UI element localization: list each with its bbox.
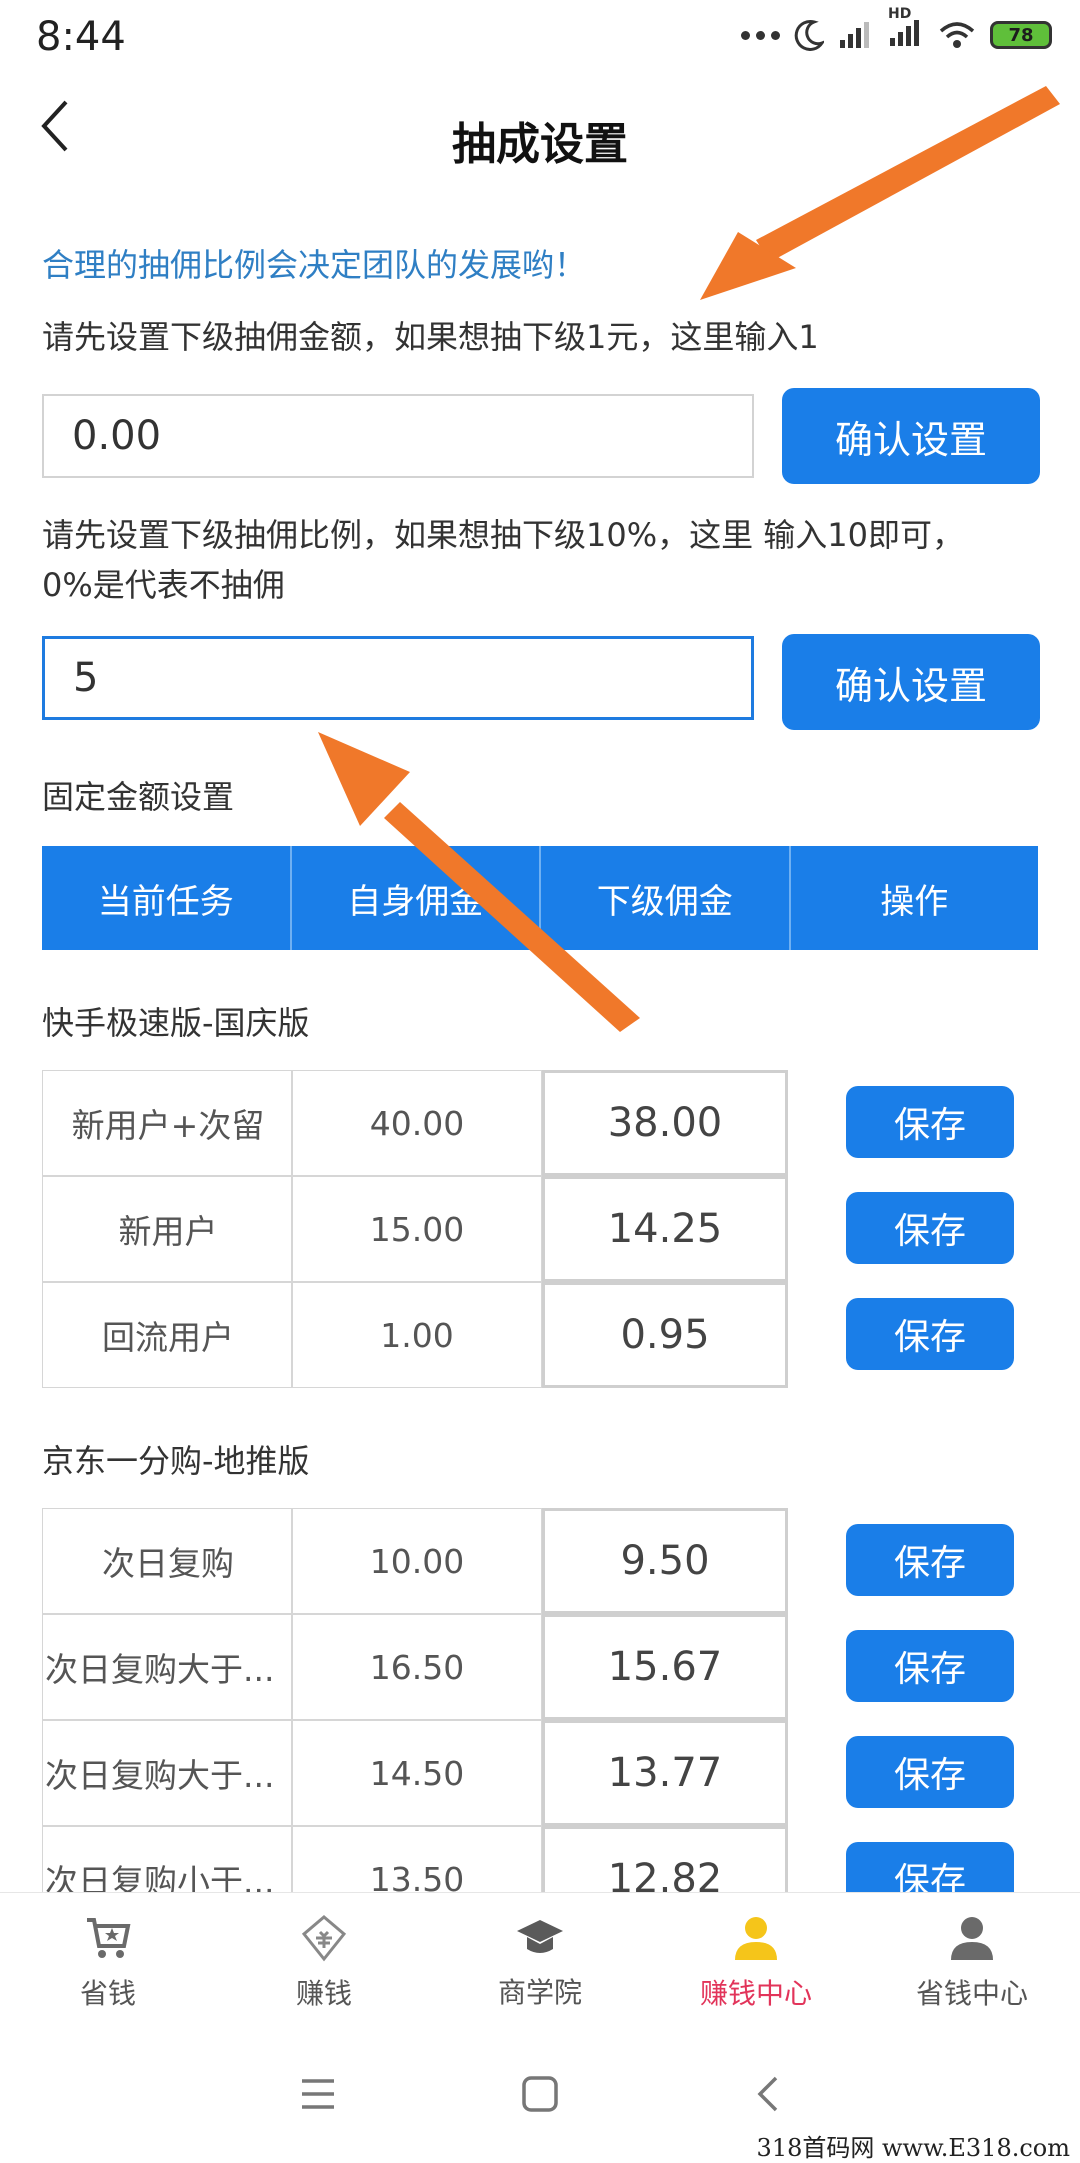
back-nav-icon[interactable]: [754, 2074, 784, 2114]
group-title: 快手极速版-国庆版: [42, 1004, 310, 1042]
confirm-ratio-button[interactable]: 确认设置: [782, 634, 1040, 730]
sub-commission-input[interactable]: 0.95: [542, 1282, 788, 1388]
table-row: 次日复购大于... 14.50 13.77: [42, 1720, 788, 1826]
moon-icon: [794, 19, 824, 51]
battery-icon: 78: [990, 21, 1052, 49]
watermark: 318首码网 www.E318.com: [756, 2134, 1070, 2162]
tab-label: 省钱中心: [915, 1977, 1028, 2010]
tab-earn-money[interactable]: 赚钱: [216, 1893, 432, 2033]
save-button[interactable]: 保存: [846, 1298, 1014, 1370]
tab-label: 省钱: [79, 1977, 136, 2010]
money-card-icon: [301, 1915, 347, 1962]
save-button[interactable]: 保存: [846, 1086, 1014, 1158]
amount-description: 请先设置下级抽佣金额，如果想抽下级1元，这里输入1: [42, 318, 819, 356]
task-cell: 新用户: [42, 1176, 292, 1282]
signal-hd-icon: HD: [888, 6, 924, 52]
page-title: 抽成设置: [452, 119, 628, 170]
status-icons: HD 78: [741, 6, 1052, 52]
table-row: 次日复购大于... 16.50 15.67: [42, 1614, 788, 1720]
task-cell: 次日复购大于...: [42, 1720, 292, 1826]
tip-text: 合理的抽佣比例会决定团队的发展哟！: [42, 246, 587, 284]
save-button[interactable]: 保存: [846, 1736, 1014, 1808]
amount-input[interactable]: 0.00: [42, 394, 754, 478]
fixed-amount-label: 固定金额设置: [42, 778, 235, 816]
table-row: 次日复购 10.00 9.50: [42, 1508, 788, 1614]
sub-commission-input[interactable]: 13.77: [542, 1720, 788, 1826]
save-button[interactable]: 保存: [846, 1630, 1014, 1702]
self-commission-cell: 1.00: [292, 1282, 542, 1388]
sub-commission-input[interactable]: 38.00: [542, 1070, 788, 1176]
tab-business-school[interactable]: 商学院: [432, 1893, 648, 2033]
table-row: 新用户 15.00 14.25: [42, 1176, 788, 1282]
task-cell: 次日复购: [42, 1508, 292, 1614]
table-row: 回流用户 1.00 0.95: [42, 1282, 788, 1388]
header-current-task: 当前任务: [42, 846, 292, 950]
header-action: 操作: [880, 881, 949, 922]
self-commission-cell: 10.00: [292, 1508, 542, 1614]
network-label: HD: [888, 6, 912, 22]
more-dots-icon: [741, 30, 780, 40]
self-commission-cell: 40.00: [292, 1070, 542, 1176]
graduation-cap-icon: [517, 1920, 563, 1953]
tab-save-money[interactable]: 省钱: [0, 1893, 216, 2033]
user-icon: [951, 1917, 993, 1960]
signal-icon: [840, 22, 869, 48]
sub-commission-input[interactable]: 14.25: [542, 1176, 788, 1282]
header-sub-commission: 下级佣金: [541, 846, 791, 950]
sub-commission-input[interactable]: 15.67: [542, 1614, 788, 1720]
user-icon: [735, 1917, 777, 1960]
ratio-description-line1: 请先设置下级抽佣比例，如果想抽下级10%，这里 输入10即可，: [42, 516, 965, 554]
header-self-commission: 自身佣金: [292, 846, 541, 950]
status-time: 8:44: [36, 14, 126, 60]
tab-save-center[interactable]: 省钱中心: [864, 1893, 1080, 2033]
save-button[interactable]: 保存: [846, 1192, 1014, 1264]
cart-icon: [87, 1918, 131, 1958]
self-commission-cell: 14.50: [292, 1720, 542, 1826]
menu-icon[interactable]: [298, 2076, 338, 2112]
sub-commission-input[interactable]: 9.50: [542, 1508, 788, 1614]
save-button[interactable]: 保存: [846, 1524, 1014, 1596]
confirm-amount-button[interactable]: 确认设置: [782, 388, 1040, 484]
table-header: 当前任务 自身佣金 下级佣金 操作: [42, 846, 1038, 950]
group-title: 京东一分购-地推版: [42, 1442, 310, 1480]
tab-label: 赚钱: [295, 1977, 352, 2010]
task-cell: 次日复购大于...: [42, 1614, 292, 1720]
self-commission-cell: 15.00: [292, 1176, 542, 1282]
task-cell: 回流用户: [42, 1282, 292, 1388]
task-cell: 新用户+次留: [42, 1070, 292, 1176]
ratio-description-line2: 0%是代表不抽佣: [42, 566, 285, 604]
tab-label: 商学院: [497, 1976, 582, 2009]
home-icon[interactable]: [520, 2074, 560, 2114]
bottom-tab-bar: 省钱 赚钱 商学院 赚钱中心 省钱中心: [0, 1892, 1080, 2033]
wifi-icon: [939, 22, 975, 48]
tab-earn-center[interactable]: 赚钱中心: [648, 1893, 864, 2033]
tab-label: 赚钱中心: [699, 1977, 812, 2010]
ratio-input[interactable]: 5: [42, 636, 754, 720]
self-commission-cell: 16.50: [292, 1614, 542, 1720]
table-row: 新用户+次留 40.00 38.00: [42, 1070, 788, 1176]
